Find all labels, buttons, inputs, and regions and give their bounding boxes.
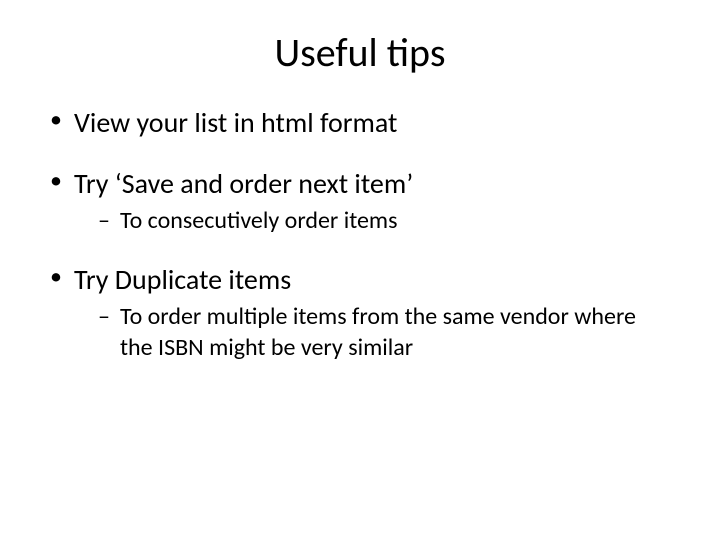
sub-list-item: To order multiple items from the same ve… xyxy=(98,301,670,363)
slide: Useful tips View your list in html forma… xyxy=(0,0,720,540)
bullet-list: View your list in html format Try ‘Save … xyxy=(50,105,670,364)
sub-bullet-list: To consecutively order items xyxy=(98,205,670,236)
list-item: Try ‘Save and order next item’ To consec… xyxy=(50,166,670,236)
sub-bullet-list: To order multiple items from the same ve… xyxy=(98,301,670,363)
sub-list-item-text: To order multiple items from the same ve… xyxy=(120,302,636,362)
sub-list-item: To consecutively order items xyxy=(98,205,670,236)
sub-list-item-text: To consecutively order items xyxy=(120,206,398,235)
list-item-text: Try Duplicate items xyxy=(74,262,291,297)
list-item-text: View your list in html format xyxy=(74,105,397,140)
list-item-text: Try ‘Save and order next item’ xyxy=(74,166,413,201)
list-item: Try Duplicate items To order multiple it… xyxy=(50,262,670,363)
slide-title: Useful tips xyxy=(50,28,670,77)
list-item: View your list in html format xyxy=(50,105,670,140)
